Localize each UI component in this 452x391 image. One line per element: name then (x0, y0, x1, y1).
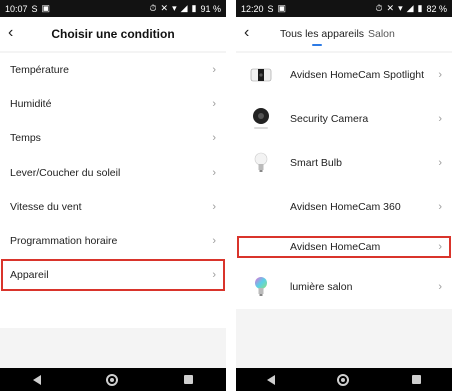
battery-level: 91 % (200, 3, 221, 14)
condition-label: Programmation horaire (10, 235, 118, 248)
mute-icon: ✕ (386, 3, 395, 13)
chevron-right-icon: › (212, 200, 216, 213)
condition-item-weather[interactable]: Temps › (0, 121, 226, 156)
condition-label: Temps (10, 132, 41, 145)
device-item-smart-bulb[interactable]: Smart Bulb › (236, 141, 452, 185)
nav-bar (236, 368, 452, 391)
chevron-right-icon: › (438, 241, 442, 253)
wifi-icon: ▾ (172, 3, 177, 13)
active-tab-indicator (312, 44, 322, 46)
alarm-icon: ⏱ (375, 3, 383, 13)
condition-label: Vitesse du vent (10, 200, 82, 213)
condition-item-sunrise-sunset[interactable]: Lever/Coucher du soleil › (0, 155, 226, 190)
condition-item-temperature[interactable]: Température › (0, 53, 226, 88)
chevron-right-icon: › (212, 269, 216, 282)
condition-label: Lever/Coucher du soleil (10, 166, 121, 179)
status-bar: 10:07 S ▣ ⏱ ✕ ▾ ◢ ▮ 91 % (0, 0, 226, 17)
condition-item-humidity[interactable]: Humidité › (0, 87, 226, 122)
battery-icon: ▮ (191, 3, 197, 13)
page-title: Choisir une condition (51, 27, 175, 41)
nav-home-icon[interactable] (337, 373, 350, 386)
status-time: 12:20 (241, 3, 264, 14)
condition-label: Température (10, 64, 69, 77)
device-label: lumière salon (290, 281, 353, 293)
s-icon: S (267, 3, 274, 14)
chevron-right-icon: › (438, 69, 442, 81)
wifi-icon: ▾ (398, 3, 403, 13)
chevron-right-icon: › (212, 64, 216, 77)
back-arrow-icon[interactable]: ‹ (244, 23, 249, 43)
condition-label: Humidité (10, 98, 52, 111)
chevron-right-icon: › (212, 166, 216, 179)
device-item-lumiere-salon[interactable]: lumière salon › (236, 265, 452, 309)
device-label: Avidsen HomeCam (290, 241, 381, 253)
header: ‹ Choisir une condition (0, 17, 226, 51)
condition-item-schedule[interactable]: Programmation horaire › (0, 223, 226, 259)
condition-item-wind-speed[interactable]: Vitesse du vent › (0, 189, 226, 224)
chevron-right-icon: › (438, 113, 442, 125)
battery-icon: ▮ (417, 3, 423, 13)
signal-icon: ◢ (406, 3, 414, 13)
device-label: Avidsen HomeCam Spotlight (290, 69, 425, 81)
device-placeholder-icon (246, 232, 276, 262)
alarm-icon: ⏱ (149, 3, 157, 13)
left-phone-screen: 10:07 S ▣ ⏱ ✕ ▾ ◢ ▮ 91 % ‹ Choisir une c… (0, 0, 226, 391)
tabs-header: ‹ Tous les appareils Salon (236, 17, 452, 51)
bulb-icon (246, 148, 276, 178)
condition-list: Température › Humidité › Temps › Lever/C… (0, 53, 226, 328)
chevron-right-icon: › (212, 132, 216, 145)
device-list: Avidsen HomeCam Spotlight › Security Cam… (236, 53, 452, 309)
tab-all-devices[interactable]: Tous les appareils (280, 28, 364, 40)
tab-salon[interactable]: Salon (368, 28, 395, 40)
status-time: 10:07 (5, 3, 28, 14)
nav-recent-apps-icon[interactable] (411, 375, 421, 384)
device-label: Security Camera (290, 113, 369, 125)
nav-back-icon[interactable] (32, 374, 41, 385)
device-item-homecam-spotlight[interactable]: Avidsen HomeCam Spotlight › (236, 53, 452, 97)
right-phone-screen: 12:20 S ▣ ⏱ ✕ ▾ ◢ ▮ 82 % ‹ Tous les appa… (236, 0, 452, 391)
color-bulb-icon (246, 272, 276, 302)
notification-icon: ▣ (41, 3, 51, 13)
device-label: Avidsen HomeCam 360 (290, 201, 401, 213)
device-item-homecam-360[interactable]: Avidsen HomeCam 360 › (236, 185, 452, 229)
device-label: Smart Bulb (290, 157, 342, 169)
mute-icon: ✕ (160, 3, 169, 13)
chevron-right-icon: › (438, 157, 442, 169)
chevron-right-icon: › (438, 201, 442, 213)
condition-label: Appareil (10, 269, 49, 282)
status-bar: 12:20 S ▣ ⏱ ✕ ▾ ◢ ▮ 82 % (236, 0, 452, 17)
notification-icon: ▣ (277, 3, 287, 13)
s-icon: S (31, 3, 38, 14)
nav-home-icon[interactable] (106, 373, 119, 386)
back-arrow-icon[interactable]: ‹ (8, 23, 13, 43)
battery-level: 82 % (426, 3, 447, 14)
chevron-right-icon: › (438, 281, 442, 293)
nav-recent-apps-icon[interactable] (184, 375, 194, 384)
device-item-homecam[interactable]: Avidsen HomeCam › (236, 235, 452, 259)
chevron-right-icon: › (212, 235, 216, 248)
device-item-security-camera[interactable]: Security Camera › (236, 97, 452, 141)
signal-icon: ◢ (180, 3, 188, 13)
chevron-right-icon: › (212, 98, 216, 111)
nav-bar (0, 368, 226, 391)
spotlight-camera-icon (246, 60, 276, 90)
security-camera-icon (246, 104, 276, 134)
condition-item-device[interactable]: Appareil › (0, 258, 226, 293)
nav-back-icon[interactable] (267, 374, 276, 385)
device-placeholder-icon (246, 192, 276, 222)
